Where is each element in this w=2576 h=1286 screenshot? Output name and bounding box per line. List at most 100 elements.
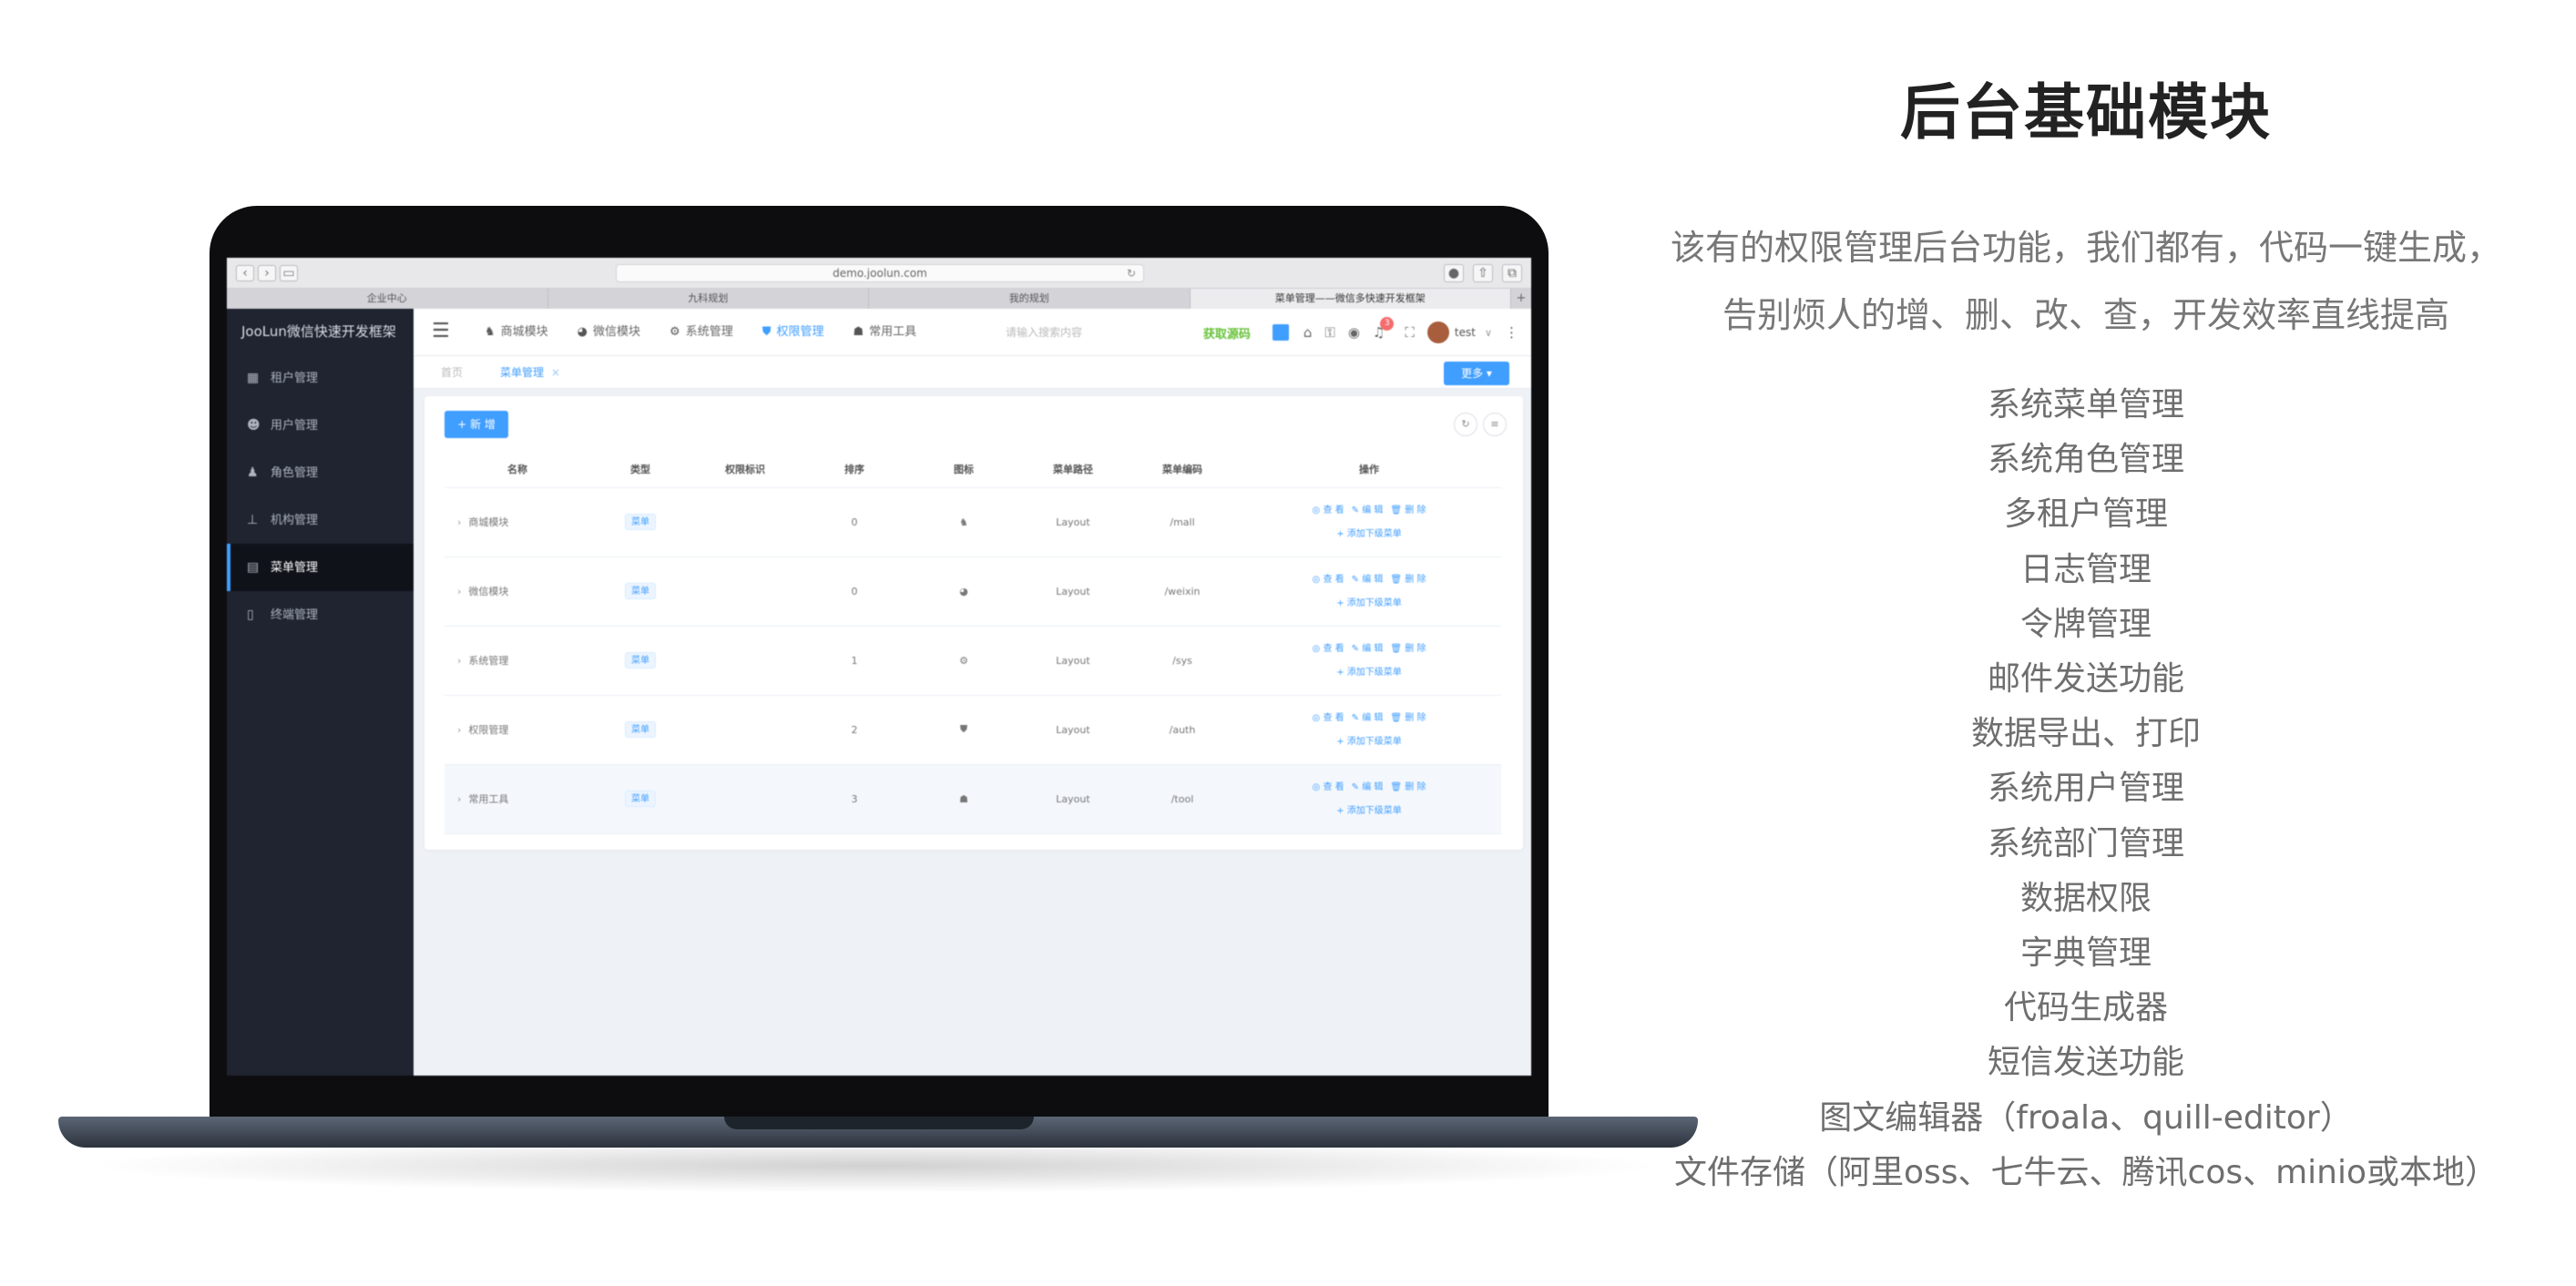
name-cell[interactable]: › 权限管理: [445, 695, 590, 765]
name-cell[interactable]: › 系统管理: [445, 626, 590, 696]
view-button[interactable]: ◎ 查 看: [1313, 575, 1344, 585]
add-child-button[interactable]: + 添加下级菜单: [1241, 592, 1498, 616]
role-icon: ♟: [247, 465, 259, 480]
table-row: › 商城模块 菜单 0 ♞ Layout /mall ◎ 查 看 ✎ 编 辑 🗑 删 …: [445, 487, 1501, 557]
chevron-right-icon[interactable]: ›: [457, 586, 461, 597]
view-button[interactable]: ◎ 查 看: [1313, 782, 1344, 792]
browser-tab[interactable]: 九科规划: [548, 289, 869, 309]
name-cell[interactable]: › 商城模块: [445, 487, 590, 557]
path-cell: Layout: [1018, 556, 1128, 627]
more-button[interactable]: 更多 ▾: [1444, 362, 1509, 385]
type-tag: 菜单: [625, 652, 656, 669]
edit-button[interactable]: ✎ 编 辑: [1352, 505, 1384, 515]
columns-icon[interactable]: ≡: [1483, 413, 1507, 436]
chevron-right-icon[interactable]: ›: [457, 793, 461, 805]
table-row: › 常用工具 菜单 3 ☗ Layout /tool ◎ 查 看 ✎ 编 辑 🗑 删 …: [445, 764, 1501, 834]
chevron-right-icon[interactable]: ›: [457, 724, 461, 736]
get-source-link[interactable]: 获取源码: [1203, 324, 1251, 342]
laptop-notch: [724, 1117, 1034, 1129]
view-button[interactable]: ◎ 查 看: [1313, 505, 1344, 515]
sidebar-item-org[interactable]: ⊥ 机构管理: [227, 496, 414, 544]
top-nav-permissions[interactable]: ⛊ 权限管理: [762, 309, 824, 356]
op-label: 删 除: [1405, 781, 1426, 792]
tag-current[interactable]: 菜单管理 ×: [500, 363, 560, 382]
type-tag: 菜单: [625, 791, 656, 807]
sidebar-item-label: 租户管理: [271, 372, 319, 385]
delete-button[interactable]: 🗑 删 除: [1390, 644, 1426, 654]
home-icon[interactable]: ⌂: [1303, 324, 1313, 341]
forward-icon[interactable]: ›: [258, 265, 276, 281]
lock-icon[interactable]: ⚿: [1324, 324, 1334, 341]
hamburger-icon[interactable]: ☰: [432, 322, 450, 342]
header-search-input[interactable]: 请输入搜索内容: [1006, 309, 1082, 356]
tabs-icon[interactable]: ⧉: [1502, 264, 1522, 282]
edit-button[interactable]: ✎ 编 辑: [1352, 575, 1384, 585]
fullscreen-icon[interactable]: ⛶: [1405, 324, 1415, 341]
eye-icon[interactable]: ◉: [1348, 324, 1360, 341]
edit-icon: ✎: [1351, 781, 1360, 792]
sort-cell: 0: [800, 556, 909, 627]
type-cell: 菜单: [590, 626, 690, 696]
view-button[interactable]: ◎ 查 看: [1313, 713, 1344, 723]
download-icon[interactable]: ●: [1444, 264, 1464, 282]
op-label: 删 除: [1405, 712, 1426, 723]
top-nav-wechat[interactable]: ◕ 微信模块: [578, 309, 640, 356]
username[interactable]: test: [1455, 326, 1476, 339]
sidebar-toggle-icon[interactable]: ▭: [280, 265, 298, 281]
top-nav-tools[interactable]: ☗ 常用工具: [853, 309, 916, 356]
delete-button[interactable]: 🗑 删 除: [1390, 713, 1426, 723]
add-child-button[interactable]: + 添加下级菜单: [1241, 523, 1498, 546]
op-label: 编 辑: [1362, 574, 1384, 585]
sidebar-item-menu[interactable]: ▤ 菜单管理: [227, 544, 414, 591]
bell-icon[interactable]: ♫ 3: [1373, 317, 1395, 341]
refresh-icon[interactable]: ↻: [1454, 413, 1477, 436]
sidebar-item-tenant[interactable]: ▦ 租户管理: [227, 354, 414, 402]
delete-button[interactable]: 🗑 删 除: [1390, 782, 1426, 792]
add-child-button[interactable]: + 添加下级菜单: [1241, 661, 1498, 685]
code-cell: /sys: [1128, 626, 1237, 696]
avatar[interactable]: [1426, 322, 1449, 343]
gear-icon: ⚙: [670, 325, 680, 339]
url-text: demo.joolun.com: [833, 267, 927, 280]
add-child-button[interactable]: + 添加下级菜单: [1241, 800, 1498, 823]
sidebar-item-roles[interactable]: ♟ 角色管理: [227, 449, 414, 496]
chevron-right-icon[interactable]: ›: [457, 516, 461, 528]
top-nav-label: 微信模块: [593, 325, 641, 339]
chevron-down-icon[interactable]: ∨: [1485, 327, 1492, 339]
top-nav-system[interactable]: ⚙ 系统管理: [670, 309, 733, 356]
browser-tab-active[interactable]: 菜单管理——微信多快速开发框架: [1190, 289, 1511, 309]
reload-icon[interactable]: ↻: [1127, 265, 1136, 281]
delete-button[interactable]: 🗑 删 除: [1390, 575, 1426, 585]
browser-tab[interactable]: 我的规划: [869, 289, 1191, 309]
edit-button[interactable]: ✎ 编 辑: [1352, 644, 1384, 654]
name-cell[interactable]: › 微信模块: [445, 556, 590, 627]
sidebar-item-label: 菜单管理: [271, 561, 319, 575]
tag-label: 菜单管理: [500, 366, 545, 379]
new-tab-icon[interactable]: +: [1511, 289, 1531, 309]
edit-button[interactable]: ✎ 编 辑: [1352, 782, 1384, 792]
name-cell[interactable]: › 常用工具: [445, 764, 590, 834]
menu-name: 常用工具: [468, 793, 509, 805]
sidebar-item-users[interactable]: ☻ 用户管理: [227, 402, 414, 449]
top-nav-shop[interactable]: ♞ 商城模块: [485, 309, 548, 356]
chevron-right-icon[interactable]: ›: [457, 655, 461, 667]
add-menu-button[interactable]: + 新 增: [445, 411, 508, 438]
sidebar-item-label: 终端管理: [271, 608, 319, 622]
share-icon[interactable]: ⇧: [1473, 264, 1493, 282]
gear-icon: ⚙: [909, 626, 1018, 696]
add-child-button[interactable]: + 添加下级菜单: [1241, 730, 1498, 754]
tag-home[interactable]: 首页: [441, 363, 463, 382]
back-icon[interactable]: ‹: [236, 265, 254, 281]
browser-tab[interactable]: 企业中心: [227, 289, 548, 309]
hero-desc-line-1: 该有的权限管理后台功能，我们都有，代码一键生成，: [1670, 228, 2501, 268]
close-icon[interactable]: ×: [551, 366, 560, 379]
theme-color-button[interactable]: [1272, 324, 1289, 341]
sidebar-item-devices[interactable]: ▯ 终端管理: [227, 591, 414, 638]
hero-title: 后台基础模块: [1900, 77, 2272, 148]
type-cell: 菜单: [590, 764, 690, 834]
delete-button[interactable]: 🗑 删 除: [1390, 505, 1426, 515]
view-button[interactable]: ◎ 查 看: [1313, 644, 1344, 654]
address-bar[interactable]: demo.joolun.com ↻: [616, 264, 1144, 282]
edit-button[interactable]: ✎ 编 辑: [1352, 713, 1384, 723]
more-vertical-icon[interactable]: ⋮: [1505, 324, 1518, 341]
